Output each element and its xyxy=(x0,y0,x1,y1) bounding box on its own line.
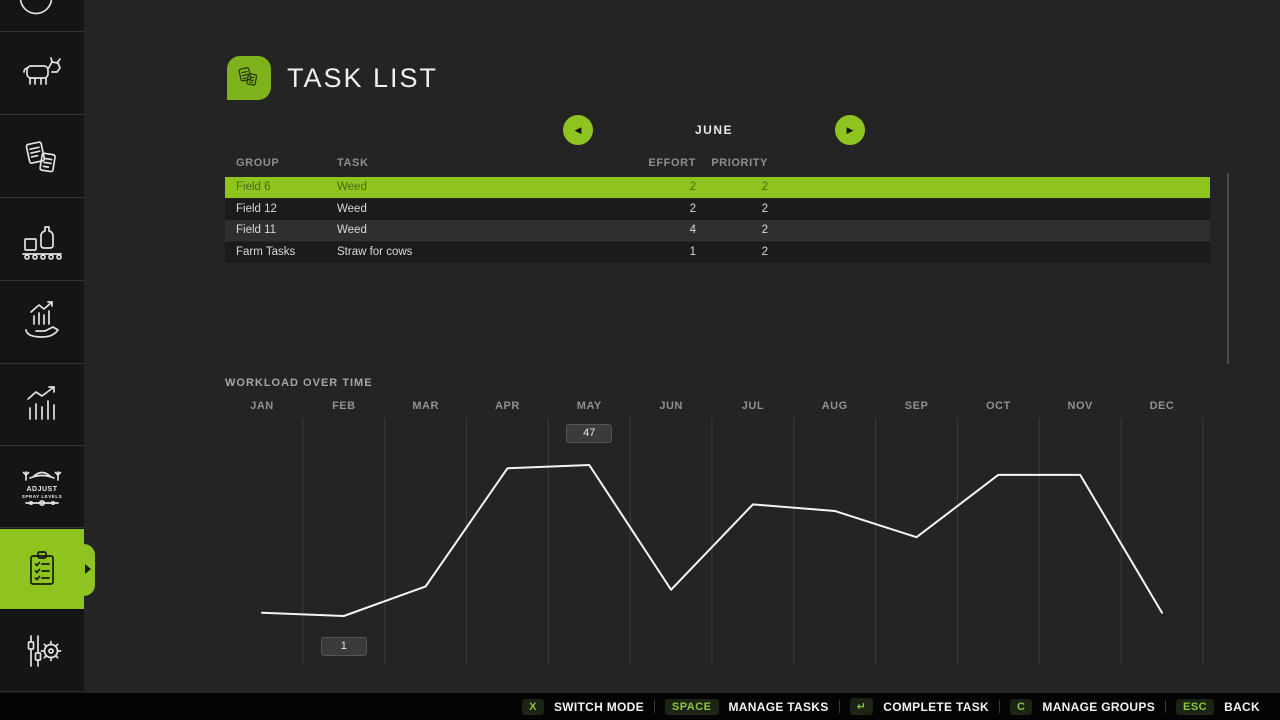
sidebar-item-contracts[interactable] xyxy=(0,116,84,198)
sidebar: ADJUST SPRAY LEVELS xyxy=(0,0,84,693)
cell-priority: 2 xyxy=(762,199,768,220)
key-badge-esc: ESC xyxy=(1176,699,1214,715)
task-list-scrollbar[interactable] xyxy=(1227,173,1229,364)
divider xyxy=(1165,700,1166,713)
key-badge-space: SPACE xyxy=(665,699,719,715)
shortcut-label: MANAGE GROUPS xyxy=(1042,700,1155,714)
cell-effort: 1 xyxy=(690,242,696,263)
divider xyxy=(999,700,1000,713)
page-title: TASK LIST xyxy=(287,63,438,94)
shortcut-switch-mode[interactable]: X SWITCH MODE xyxy=(522,699,644,715)
table-row[interactable]: Field 6 Weed 2 2 xyxy=(225,177,1210,198)
bar-chart-icon xyxy=(18,381,66,429)
cell-group: Farm Tasks xyxy=(236,242,295,263)
task-list-screen: ADJUST SPRAY LEVELS xyxy=(0,0,1280,720)
clock-icon xyxy=(0,0,84,32)
task-list-header-icon xyxy=(227,56,271,100)
workload-chart: WORKLOAD OVER TIME JANFEBMARAPRMAYJUNJUL… xyxy=(220,376,1225,676)
cow-icon xyxy=(18,50,66,98)
column-header-priority: PRIORITY xyxy=(711,157,768,169)
table-row[interactable]: Farm Tasks Straw for cows 1 2 xyxy=(225,242,1210,263)
workload-line-chart xyxy=(220,376,1225,676)
sidebar-item-task-list[interactable] xyxy=(0,529,84,610)
shortcut-manage-groups[interactable]: C MANAGE GROUPS xyxy=(1010,699,1155,715)
key-badge-enter: ↵ xyxy=(850,698,874,715)
cell-task: Weed xyxy=(337,177,367,198)
task-table: GROUP TASK EFFORT PRIORITY Field 6 Weed … xyxy=(225,155,1210,267)
cell-task: Straw for cows xyxy=(337,242,412,263)
column-header-group: GROUP xyxy=(236,157,279,169)
chart-value-badge: 47 xyxy=(566,424,612,443)
column-header-effort: EFFORT xyxy=(648,157,696,169)
cell-priority: 2 xyxy=(762,220,768,241)
next-month-button[interactable]: ▶ xyxy=(835,115,865,145)
shortcut-manage-tasks[interactable]: SPACE MANAGE TASKS xyxy=(665,699,829,715)
documents-icon xyxy=(18,133,66,181)
current-month-label: JUNE xyxy=(639,123,789,137)
cell-effort: 2 xyxy=(690,199,696,220)
shortcut-label: BACK xyxy=(1224,700,1260,714)
shortcut-complete-task[interactable]: ↵ COMPLETE TASK xyxy=(850,698,989,715)
sidebar-item-animals[interactable] xyxy=(0,33,84,115)
production-icon xyxy=(18,216,66,264)
shortcut-label: MANAGE TASKS xyxy=(729,700,829,714)
sidebar-item-settings[interactable] xyxy=(0,611,84,692)
page-header: TASK LIST xyxy=(227,56,438,100)
keyboard-hints-bar: X SWITCH MODE SPACE MANAGE TASKS ↵ COMPL… xyxy=(0,693,1280,720)
spray-icon-text-2: SPRAY LEVELS xyxy=(22,494,62,499)
cell-group: Field 12 xyxy=(236,199,277,220)
cell-effort: 2 xyxy=(690,177,696,198)
sidebar-item-finances[interactable] xyxy=(0,282,84,364)
shortcut-label: SWITCH MODE xyxy=(554,700,644,714)
table-row[interactable]: Field 12 Weed 2 2 xyxy=(225,199,1210,220)
spray-icon-text-1: ADJUST xyxy=(26,486,57,493)
cell-task: Weed xyxy=(337,199,367,220)
shortcut-label: COMPLETE TASK xyxy=(883,700,989,714)
cell-priority: 2 xyxy=(762,242,768,263)
cell-effort: 4 xyxy=(690,220,696,241)
hand-chart-icon xyxy=(18,299,66,347)
previous-month-button[interactable]: ◀ xyxy=(563,115,593,145)
cell-group: Field 11 xyxy=(236,220,276,241)
shortcut-back[interactable]: ESC BACK xyxy=(1176,699,1260,715)
task-list-icon xyxy=(18,545,66,593)
divider xyxy=(654,700,655,713)
chart-value-badge: 1 xyxy=(321,637,367,656)
key-badge-x: X xyxy=(522,699,544,715)
selected-item-notch-arrow xyxy=(85,564,91,574)
sidebar-item-statistics[interactable] xyxy=(0,365,84,446)
right-arrow-icon: ▶ xyxy=(847,125,854,136)
divider xyxy=(839,700,840,713)
left-arrow-icon: ◀ xyxy=(575,125,582,136)
adjust-spray-levels-icon: ADJUST SPRAY LEVELS xyxy=(18,463,66,511)
sidebar-item-spray-levels[interactable]: ADJUST SPRAY LEVELS xyxy=(0,447,84,528)
column-header-task: TASK xyxy=(337,157,369,169)
settings-sliders-gear-icon xyxy=(18,627,66,675)
table-row[interactable]: Field 11 Weed 4 2 xyxy=(225,220,1210,241)
cell-task: Weed xyxy=(337,220,367,241)
sidebar-item-production[interactable] xyxy=(0,199,84,281)
cell-priority: 2 xyxy=(762,177,768,198)
key-badge-c: C xyxy=(1010,699,1032,715)
table-header: GROUP TASK EFFORT PRIORITY xyxy=(225,155,1210,175)
sidebar-item-clock[interactable] xyxy=(0,0,84,32)
cell-group: Field 6 xyxy=(236,177,271,198)
